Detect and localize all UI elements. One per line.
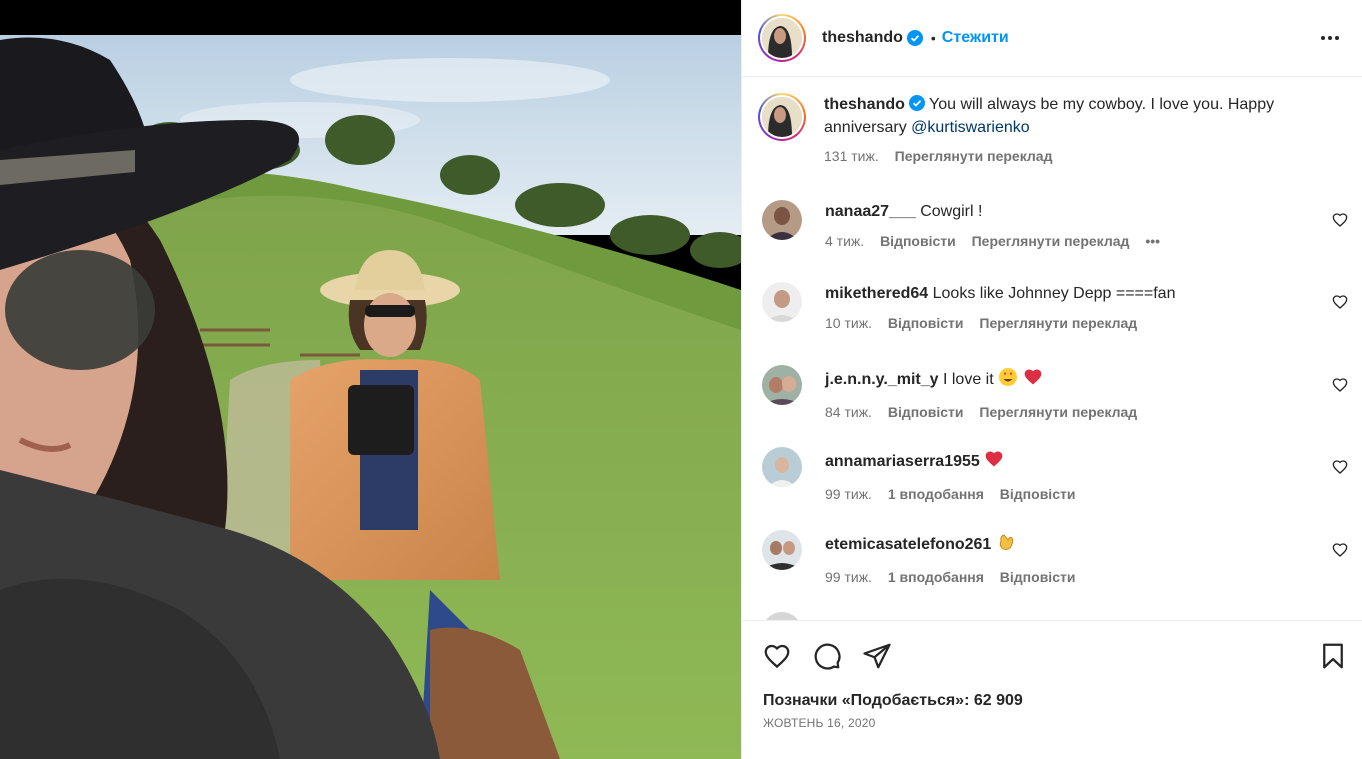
comment-avatar[interactable]: [762, 447, 802, 487]
comment-time[interactable]: 10 тиж.: [825, 315, 872, 331]
caption-time[interactable]: 131 тиж.: [824, 148, 879, 164]
translate-link[interactable]: Переглянути переклад: [979, 315, 1137, 331]
post-photo[interactable]: [0, 0, 741, 759]
post-header: theshando • Стежити: [742, 0, 1362, 77]
follow-button[interactable]: Стежити: [942, 29, 1009, 47]
comment-text: Looks like Johnney Depp ====fan: [932, 285, 1176, 302]
comment-time[interactable]: 84 тиж.: [825, 404, 872, 420]
verified-badge-icon: [906, 30, 923, 46]
comment-avatar[interactable]: [762, 365, 802, 405]
translate-link[interactable]: Переглянути переклад: [972, 233, 1130, 249]
translate-link[interactable]: Переглянути переклад: [979, 404, 1137, 420]
comment-item: etemicasatelefono261 99 тиж. 1 вподобанн…: [762, 530, 1362, 585]
comment-avatar[interactable]: [762, 282, 802, 322]
comment-username[interactable]: etemicasatelefono261: [825, 536, 991, 553]
red-heart-icon: [1023, 367, 1043, 393]
comment-username[interactable]: nanaa27___: [825, 203, 916, 220]
comment-username[interactable]: j.e.n.n.y._mit_y: [825, 371, 939, 388]
comment-avatar[interactable]: [762, 530, 802, 570]
comment-time[interactable]: 99 тиж.: [825, 486, 872, 502]
comment-like-icon[interactable]: [1332, 542, 1348, 558]
heart-eyes-emoji-icon: [998, 367, 1018, 393]
comment-username[interactable]: annamariaserra1955: [825, 453, 980, 470]
comment-avatar[interactable]: [762, 200, 802, 240]
comment-username[interactable]: mikethered64: [825, 285, 928, 302]
bookmark-icon[interactable]: [1318, 641, 1348, 671]
post-actions: Позначки «Подобається»: 62 909 ЖОВТЕНЬ 1…: [742, 620, 1362, 759]
reply-link[interactable]: Відповісти: [888, 315, 964, 331]
comment-item: mikethered64 Looks like Johnney Depp ===…: [762, 282, 1362, 331]
comment-like-icon[interactable]: [1332, 212, 1348, 228]
heart-icon[interactable]: [762, 641, 792, 671]
more-options-icon[interactable]: [1318, 28, 1342, 48]
comment-text: I love it: [942, 371, 994, 388]
comment-item: j.e.n.n.y._mit_y I love it 84 тиж. Відпо…: [762, 365, 1362, 420]
comment-text: Cowgirl !: [920, 203, 983, 220]
comment-time[interactable]: 99 тиж.: [825, 569, 872, 585]
comment-like-icon[interactable]: [1332, 294, 1348, 310]
comment-avatar[interactable]: [762, 612, 802, 620]
comment-item: annamariaserra1955 99 тиж. 1 вподобання …: [762, 447, 1362, 502]
comment-like-icon[interactable]: [1332, 459, 1348, 475]
red-heart-icon: [984, 449, 1004, 475]
reply-link[interactable]: Відповісти: [1000, 569, 1076, 585]
comment-item: nanaa27___ Cowgirl ! 4 тиж. Відповісти П…: [762, 200, 1362, 249]
post-details-panel: theshando • Стежити theshando You will a…: [741, 0, 1362, 759]
comment-likes-count[interactable]: 1 вподобання: [888, 486, 984, 502]
reply-link[interactable]: Відповісти: [888, 404, 964, 420]
comment-like-icon[interactable]: [1332, 377, 1348, 393]
caption-username[interactable]: theshando: [824, 96, 905, 113]
caption-translate-link[interactable]: Переглянути переклад: [895, 148, 1053, 164]
caption-mention[interactable]: @kurtiswarienko: [911, 119, 1030, 136]
post-caption: theshando You will always be my cowboy. …: [742, 78, 1362, 168]
likes-count[interactable]: Позначки «Подобається»: 62 909: [763, 692, 1023, 710]
comment-likes-count[interactable]: 1 вподобання: [888, 569, 984, 585]
caption-avatar[interactable]: [758, 93, 806, 141]
share-icon[interactable]: [862, 641, 892, 671]
header-separator: •: [930, 30, 936, 46]
comments-section[interactable]: theshando You will always be my cowboy. …: [742, 78, 1362, 620]
author-avatar[interactable]: [758, 14, 806, 62]
verified-badge-icon: [908, 95, 925, 111]
reply-link[interactable]: Відповісти: [880, 233, 956, 249]
comment-item-partial: [762, 612, 1362, 620]
comment-icon[interactable]: [812, 641, 842, 671]
comment-options-icon[interactable]: •••: [1145, 233, 1160, 249]
clapping-hands-icon: [996, 532, 1016, 558]
reply-link[interactable]: Відповісти: [1000, 486, 1076, 502]
post-date[interactable]: ЖОВТЕНЬ 16, 2020: [763, 716, 875, 730]
comment-time[interactable]: 4 тиж.: [825, 233, 864, 249]
author-username[interactable]: theshando: [822, 29, 903, 47]
